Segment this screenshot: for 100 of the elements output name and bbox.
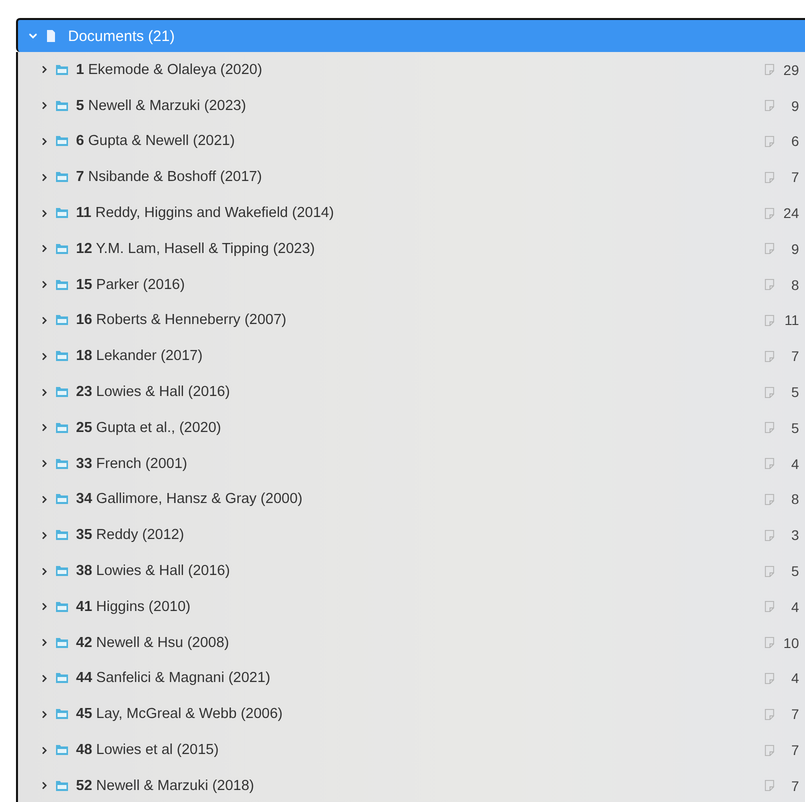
document-title: 16 Roberts & Henneberry (2007) [76, 312, 286, 328]
annotation-count: 5 [790, 384, 799, 400]
document-row[interactable]: 41 Higgins (2010) 4 [16, 588, 805, 625]
document-title: 1 Ekemode & Olaleya (2020) [76, 62, 262, 78]
annotation-count: 7 [790, 348, 799, 364]
annotation-count: 5 [790, 563, 799, 580]
document-row[interactable]: 48 Lowies et al (2015) 7 [16, 732, 805, 768]
annotation-count: 8 [790, 491, 799, 508]
note-icon [764, 421, 775, 434]
chevron-icon[interactable] [40, 280, 49, 290]
document-row[interactable]: 15 Parker (2016) 8 [16, 266, 805, 303]
document-title: 11 Reddy, Higgins and Wakefield (2014) [76, 205, 334, 222]
document-title: 34 Gallimore, Hansz & Gray (2000) [76, 491, 302, 508]
chevron-icon[interactable] [40, 781, 49, 790]
document-row[interactable]: 1 Ekemode & Olaleya (2020) 29 [16, 52, 805, 88]
chevron-icon[interactable] [40, 65, 49, 74]
annotation-count: 10 [782, 634, 799, 651]
document-title: 35 Reddy (2012) [76, 527, 184, 544]
document-row[interactable]: 38 Lowies & Hall (2016) 5 [16, 553, 805, 589]
document-row[interactable]: 6 Gupta & Newell (2021) 6 [16, 124, 805, 160]
note-icon [764, 206, 775, 220]
document-row[interactable]: 52 Newell & Marzuki (2018) 7 [16, 768, 805, 802]
chevron-icon[interactable] [40, 352, 49, 361]
chevron-icon[interactable] [40, 388, 49, 397]
note-icon [764, 672, 775, 685]
document-title: 18 Lekander (2017) [76, 348, 203, 364]
document-row[interactable]: 11 Reddy, Higgins and Wakefield (2014) 24 [16, 195, 805, 231]
annotation-count: 6 [790, 133, 799, 150]
document-title: 33 French (2001) [76, 456, 188, 472]
document-title: 52 Newell & Marzuki (2018) [76, 778, 254, 794]
chevron-icon[interactable] [40, 316, 49, 325]
document-row[interactable]: 45 Lay, McGreal & Webb (2006) 7 [16, 696, 805, 732]
document-row[interactable]: 42 Newell & Hsu (2008) 10 [16, 624, 805, 661]
annotation-count: 9 [790, 240, 799, 257]
annotation-count: 7 [790, 742, 799, 758]
chevron-icon[interactable] [40, 710, 49, 719]
annotation-count: 4 [790, 670, 799, 686]
document-row[interactable]: 18 Lekander (2017) 7 [16, 338, 805, 374]
annotation-count: 9 [790, 98, 799, 114]
document-row[interactable]: 23 Lowies & Hall (2016) 5 [16, 374, 805, 410]
note-icon [764, 600, 775, 614]
annotation-count: 8 [790, 276, 799, 293]
document-title: 5 Newell & Marzuki (2023) [76, 98, 246, 114]
annotation-count: 7 [790, 778, 799, 794]
document-row[interactable]: 16 Roberts & Henneberry (2007) 11 [16, 302, 805, 338]
chevron-icon[interactable] [40, 208, 49, 218]
document-title: 6 Gupta & Newell (2021) [76, 133, 235, 150]
annotation-count: 4 [790, 598, 799, 615]
document-row[interactable]: 44 Sanfelici & Magnani (2021) 4 [16, 660, 805, 696]
chevron-icon[interactable] [40, 602, 49, 612]
note-icon [764, 708, 775, 721]
folder-label: Documents (21) [68, 28, 175, 44]
document-title: 45 Lay, McGreal & Webb (2006) [76, 706, 283, 722]
note-icon [764, 779, 775, 792]
chevron-icon[interactable] [40, 423, 49, 432]
chevron-icon[interactable] [40, 674, 49, 683]
note-icon [764, 63, 775, 76]
document-row[interactable]: 35 Reddy (2012) 3 [16, 517, 805, 554]
chevron-icon[interactable] [40, 530, 49, 540]
document-row[interactable]: 7 Nsibande & Boshoff (2017) 7 [16, 159, 805, 196]
note-icon [764, 744, 775, 757]
note-icon [764, 134, 775, 148]
document-icon [46, 30, 56, 42]
annotation-count: 7 [790, 706, 799, 722]
chevron-icon[interactable] [40, 172, 49, 182]
document-title: 12 Y.M. Lam, Hasell & Tipping (2023) [76, 240, 315, 257]
document-row[interactable]: 25 Gupta et al., (2020) 5 [16, 410, 805, 446]
document-title: 25 Gupta et al., (2020) [76, 420, 222, 436]
annotation-count: 5 [790, 420, 799, 436]
annotation-count: 3 [790, 527, 799, 544]
annotation-count: 11 [783, 312, 799, 328]
chevron-icon[interactable] [40, 566, 49, 576]
annotation-count: 29 [782, 62, 799, 78]
document-title: 38 Lowies & Hall (2016) [76, 563, 230, 580]
document-title: 15 Parker (2016) [76, 276, 185, 293]
note-icon [764, 528, 775, 542]
document-title: 41 Higgins (2010) [76, 598, 190, 615]
note-icon [764, 314, 775, 327]
chevron-icon[interactable] [40, 136, 49, 146]
note-icon [764, 99, 775, 112]
document-title: 7 Nsibande & Boshoff (2017) [76, 169, 262, 186]
chevron-icon[interactable] [40, 459, 49, 468]
document-title: 48 Lowies et al (2015) [76, 742, 219, 758]
document-row[interactable]: 5 Newell & Marzuki (2023) 9 [16, 88, 805, 124]
document-title: 42 Newell & Hsu (2008) [76, 634, 230, 651]
document-title: 44 Sanfelici & Magnani (2021) [76, 670, 270, 686]
note-icon [764, 564, 775, 578]
note-icon [764, 386, 775, 399]
note-icon [764, 242, 775, 256]
document-row[interactable]: 12 Y.M. Lam, Hasell & Tipping (2023) 9 [16, 230, 805, 267]
document-title: 23 Lowies & Hall (2016) [76, 384, 230, 400]
chevron-icon[interactable] [40, 638, 49, 648]
document-row[interactable]: 33 French (2001) 4 [16, 446, 805, 482]
chevron-icon[interactable] [40, 494, 49, 504]
chevron-icon[interactable] [40, 244, 49, 254]
note-icon [764, 278, 775, 292]
chevron-icon[interactable] [40, 101, 49, 110]
document-row[interactable]: 34 Gallimore, Hansz & Gray (2000) 8 [16, 482, 805, 518]
chevron-icon[interactable] [40, 746, 49, 755]
annotation-count: 24 [782, 205, 799, 222]
